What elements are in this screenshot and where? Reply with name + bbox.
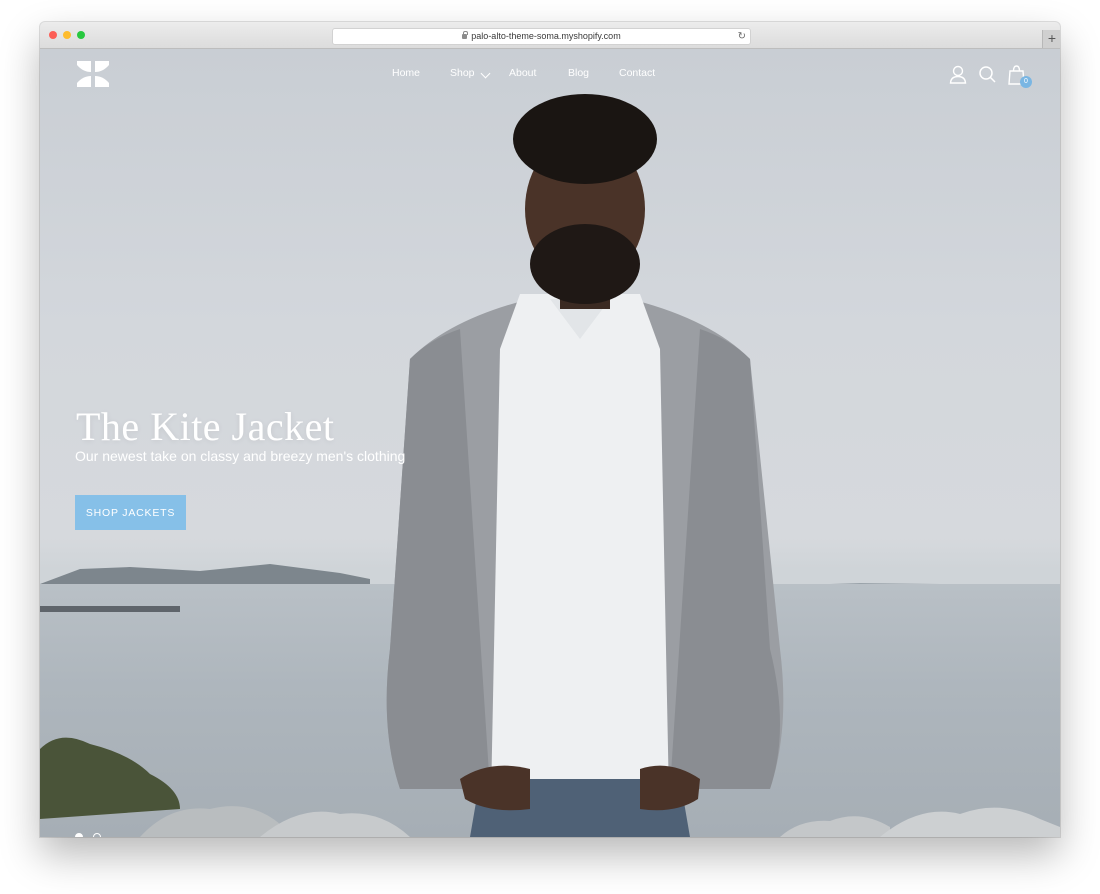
nav-blog[interactable]: Blog	[568, 67, 589, 79]
user-icon[interactable]	[948, 64, 968, 86]
close-window-button[interactable]	[49, 31, 57, 39]
address-bar[interactable]: palo-alto-theme-soma.myshopify.com ↻	[332, 28, 751, 45]
reload-icon[interactable]: ↻	[738, 29, 746, 44]
lock-icon	[462, 31, 468, 39]
chevron-down-icon[interactable]	[480, 68, 491, 79]
url-text: palo-alto-theme-soma.myshopify.com	[471, 31, 621, 41]
shop-jackets-button[interactable]: SHOP JACKETS	[75, 495, 186, 530]
browser-window: palo-alto-theme-soma.myshopify.com ↻ + H…	[40, 22, 1060, 837]
search-icon[interactable]	[977, 64, 997, 86]
nav-about[interactable]: About	[509, 67, 536, 79]
hero-subtitle: Our newest take on classy and breezy men…	[75, 448, 406, 464]
minimize-window-button[interactable]	[63, 31, 71, 39]
hero-title: The Kite Jacket	[76, 404, 335, 449]
logo-icon[interactable]	[75, 59, 111, 89]
nav-contact[interactable]: Contact	[619, 67, 655, 79]
slide-dot-1[interactable]	[75, 833, 83, 837]
pier	[40, 606, 180, 612]
cart-count-badge: 0	[1020, 76, 1032, 88]
nav-home[interactable]: Home	[392, 67, 420, 79]
model-photo	[386, 94, 784, 837]
maximize-window-button[interactable]	[77, 31, 85, 39]
new-tab-button[interactable]: +	[1042, 30, 1060, 48]
slide-dot-2[interactable]	[93, 833, 101, 837]
browser-chrome: palo-alto-theme-soma.myshopify.com ↻ +	[40, 22, 1060, 49]
hero-banner: Home Shop About Blog Contact 0 The Kite …	[40, 49, 1060, 837]
cart-button[interactable]: 0	[1007, 64, 1032, 88]
nav-shop[interactable]: Shop	[450, 67, 475, 79]
